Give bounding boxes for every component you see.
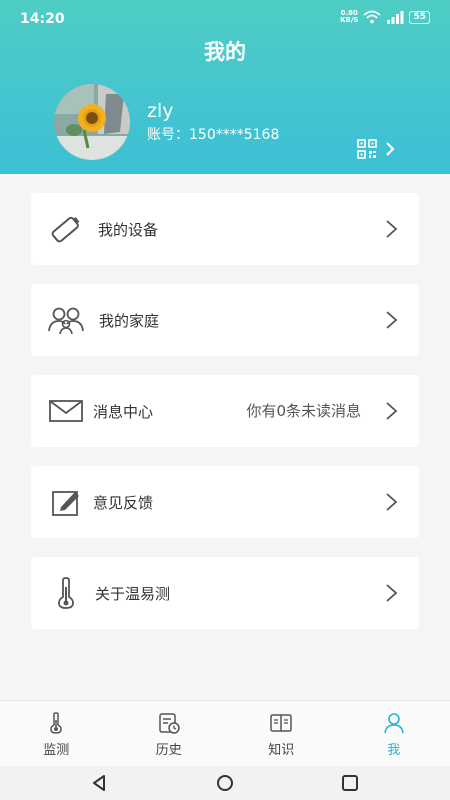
chevron-right-icon — [386, 493, 398, 511]
status-time: 14:20 — [20, 11, 65, 27]
family-icon — [47, 302, 85, 338]
status-indicators: 0.80 KB/S 55 — [340, 10, 430, 24]
home-icon[interactable] — [216, 774, 234, 792]
signal-icon — [387, 11, 404, 24]
menu-item-my-family[interactable]: 我的家庭 — [31, 284, 419, 356]
tab-me[interactable]: 我 — [338, 701, 450, 766]
profile-header: 14:20 0.80 KB/S 55 我的 zly 账号：150****5168 — [0, 0, 450, 174]
account-number: 150****5168 — [189, 127, 280, 143]
tab-history[interactable]: 历史 — [113, 701, 226, 766]
mail-icon — [47, 393, 85, 429]
username: zly — [147, 100, 174, 122]
avatar[interactable] — [54, 84, 130, 160]
wifi-icon — [363, 10, 382, 24]
history-icon — [159, 713, 180, 734]
tab-label: 历史 — [155, 743, 182, 758]
avatar-image — [54, 84, 130, 160]
menu-label: 我的家庭 — [99, 312, 160, 330]
thermometer-icon — [47, 575, 85, 611]
tab-label: 监测 — [43, 743, 70, 758]
bottom-tab-bar: 监测 历史 知识 我 — [0, 700, 450, 766]
book-icon — [270, 714, 292, 732]
person-icon — [383, 713, 404, 734]
status-bar: 14:20 0.80 KB/S 55 — [0, 0, 450, 38]
thermometer-icon — [50, 712, 63, 734]
feedback-icon — [47, 484, 85, 520]
page-title: 我的 — [204, 40, 246, 64]
unread-message-count: 你有0条未读消息 — [246, 402, 361, 420]
menu-item-my-devices[interactable]: 我的设备 — [31, 193, 419, 265]
chevron-right-icon — [386, 220, 398, 238]
account-label: 账号： — [147, 127, 189, 143]
tab-label: 知识 — [268, 743, 295, 758]
menu-label: 消息中心 — [93, 403, 154, 421]
qr-code-button[interactable] — [357, 138, 403, 160]
device-icon — [47, 211, 85, 247]
menu-item-feedback[interactable]: 意见反馈 — [31, 466, 419, 538]
chevron-right-icon — [386, 584, 398, 602]
chevron-right-icon — [386, 142, 395, 156]
network-speed: 0.80 KB/S — [340, 9, 359, 24]
tab-knowledge[interactable]: 知识 — [225, 701, 338, 766]
menu-item-about[interactable]: 关于温易测 — [31, 557, 419, 629]
chevron-right-icon — [386, 402, 398, 420]
tab-monitor[interactable]: 监测 — [0, 701, 113, 766]
back-icon[interactable] — [91, 774, 109, 792]
account-info: 账号：150****5168 — [147, 124, 279, 144]
menu-label: 我的设备 — [98, 221, 159, 239]
system-navigation-bar — [0, 766, 450, 800]
menu-label: 意见反馈 — [93, 494, 154, 512]
menu-label: 关于温易测 — [95, 585, 171, 603]
chevron-right-icon — [386, 311, 398, 329]
menu-item-message-center[interactable]: 消息中心 你有0条未读消息 — [31, 375, 419, 447]
qr-code-icon — [357, 139, 377, 159]
tab-label: 我 — [387, 743, 401, 758]
recent-apps-icon[interactable] — [341, 774, 359, 792]
battery-indicator: 55 — [409, 10, 430, 24]
